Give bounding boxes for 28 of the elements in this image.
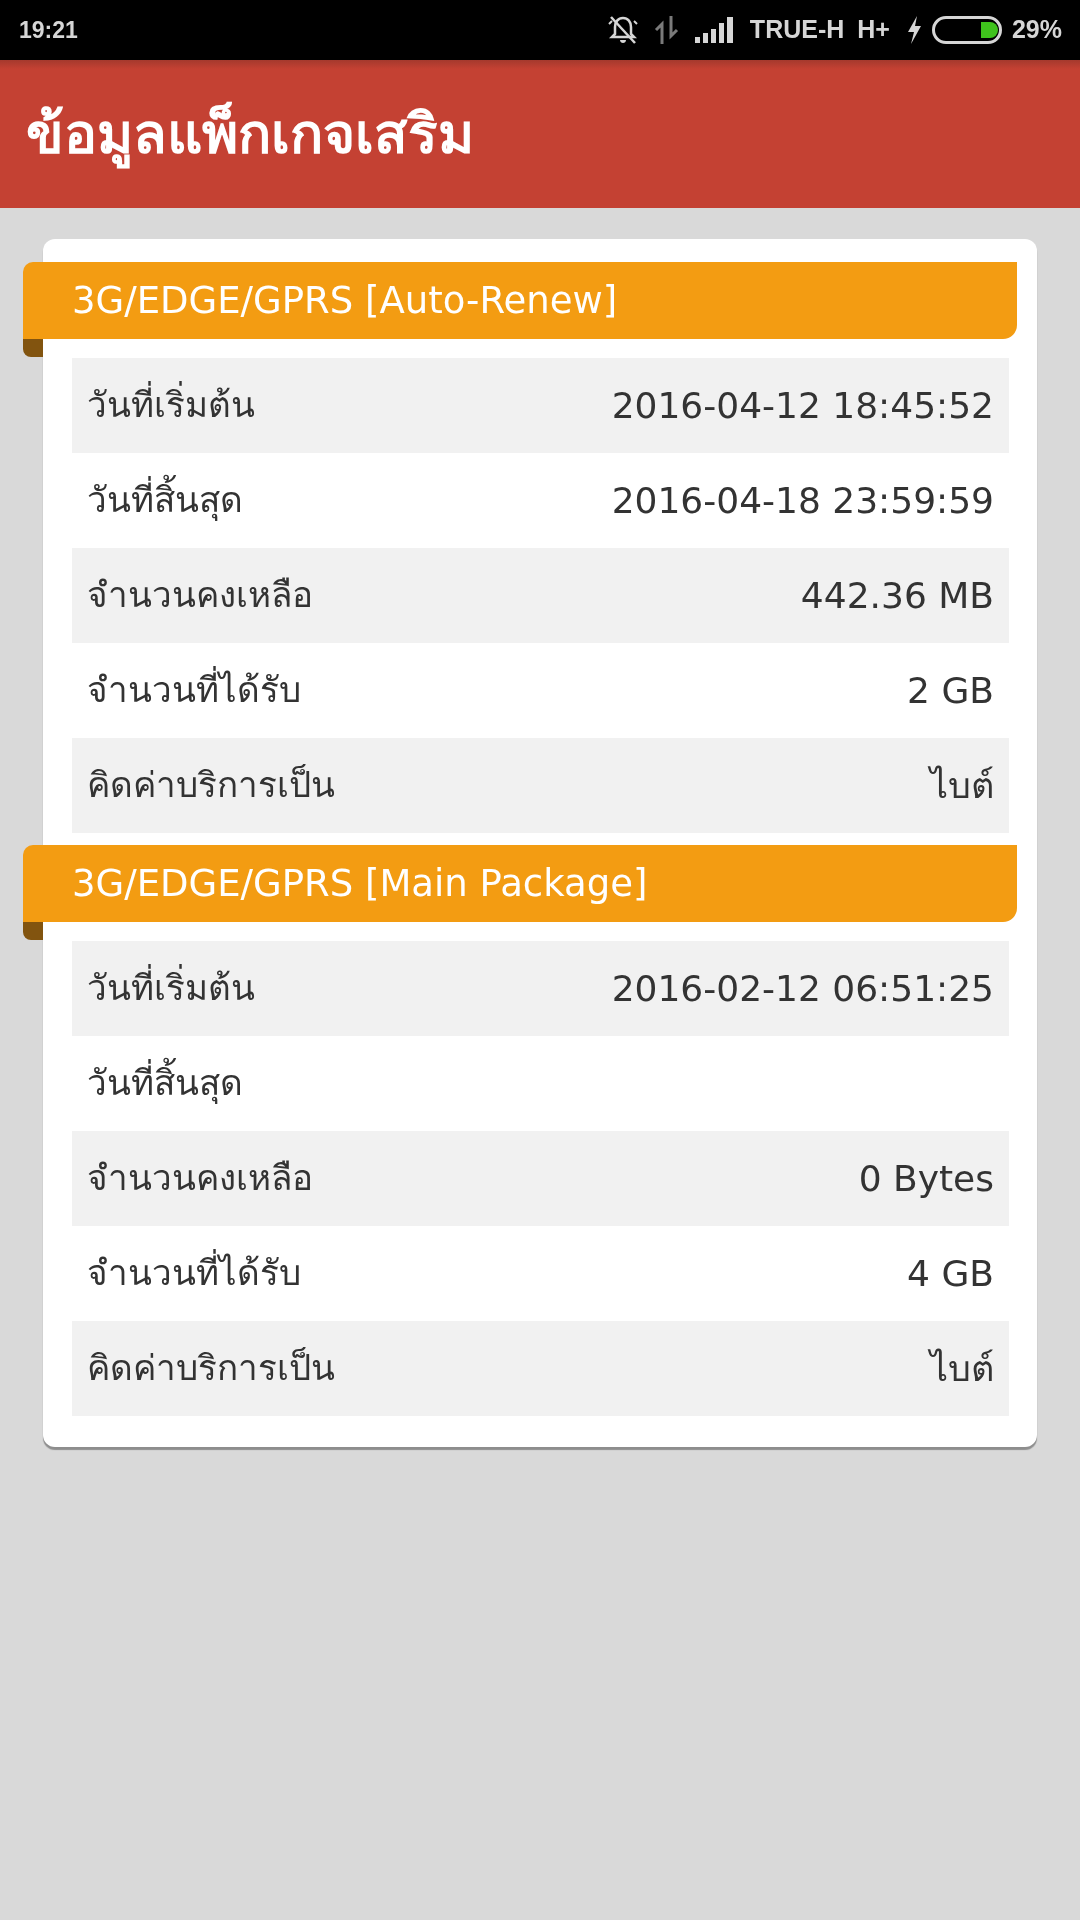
row-value: 2016-04-18 23:59:59	[611, 478, 994, 523]
row-label: จำนวนคงเหลือ	[87, 1157, 313, 1201]
row-value: 2 GB	[907, 668, 994, 713]
row-value: 2016-02-12 06:51:25	[611, 966, 994, 1011]
row-label: วันที่สิ้นสุด	[87, 474, 243, 527]
carrier-name: TRUE-H	[749, 14, 845, 46]
row-value: 442.36 MB	[800, 573, 994, 618]
network-type: H+	[857, 14, 890, 46]
row-value: 0 Bytes	[858, 1156, 994, 1201]
row-label: จำนวนที่ได้รับ	[87, 1247, 301, 1300]
signal-icon	[694, 17, 733, 43]
bell-off-icon	[606, 15, 639, 45]
row-label: จำนวนที่ได้รับ	[87, 664, 301, 717]
row-label: คิดค่าบริการเป็น	[87, 763, 335, 808]
page-title: ข้อมูลแพ็กเกจเสริม	[26, 92, 474, 176]
row-label: จำนวนคงเหลือ	[87, 574, 313, 618]
status-time: 19:21	[19, 15, 78, 45]
row-label: วันที่เริ่มต้น	[87, 962, 255, 1015]
row-label: คิดค่าบริการเป็น	[87, 1346, 335, 1391]
row-label: วันที่เริ่มต้น	[87, 379, 255, 432]
ribbon-fold	[23, 339, 43, 357]
lightning-icon	[906, 16, 922, 44]
battery-icon	[931, 16, 1002, 44]
row-label: วันที่สิ้นสุด	[87, 1057, 243, 1110]
row-value: 4 GB	[907, 1251, 994, 1296]
battery-percent: 29%	[1011, 14, 1062, 46]
row-value: 2016-04-12 18:45:52	[611, 383, 994, 428]
ribbon-fold	[23, 922, 43, 940]
